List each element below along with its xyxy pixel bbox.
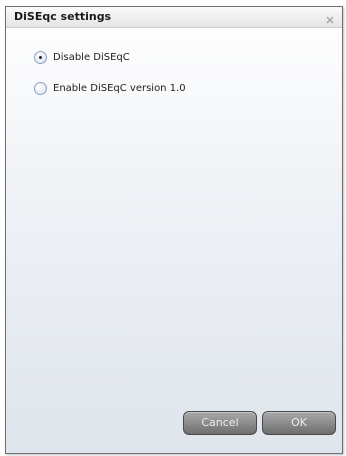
title-bar: DiSEqc settings (6, 7, 342, 28)
cancel-button[interactable]: Cancel (183, 411, 257, 435)
close-icon[interactable] (324, 11, 336, 24)
diseqc-settings-dialog: DiSEqc settings Disable DiSEqC Enable Di… (5, 6, 343, 454)
diseqc-options: Disable DiSEqC Enable DiSEqC version 1.0 (34, 49, 186, 111)
dialog-title: DiSEqc settings (14, 10, 112, 23)
option-disable-diseqc[interactable]: Disable DiSEqC (34, 49, 186, 66)
radio-disable-diseqc[interactable] (34, 51, 47, 64)
option-enable-diseqc-1-0[interactable]: Enable DiSEqC version 1.0 (34, 80, 186, 97)
radio-enable-diseqc-1-0[interactable] (34, 82, 47, 95)
option-label: Enable DiSEqC version 1.0 (53, 83, 186, 94)
option-label: Disable DiSEqC (53, 52, 130, 63)
ok-button[interactable]: OK (262, 411, 336, 435)
